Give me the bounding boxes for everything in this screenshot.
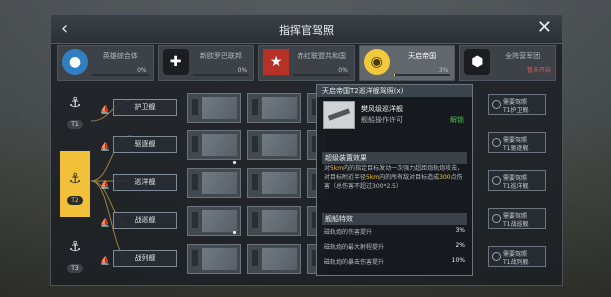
page-title: 指挥官驾照 [279,24,334,37]
ship-battlecruiser[interactable]: ⛵ 战巡舰 [100,212,177,229]
railgun-item-image [323,101,355,129]
progress-bar [293,74,350,76]
info-icon [492,176,501,185]
ship-label: 驱逐舰 [134,140,156,148]
tab-label: 赤红联盟共和国 [296,52,346,60]
section-super-device: 超级装置效果 [322,152,467,164]
progress-bar [92,74,149,76]
license-panel: ‹ 指挥官驾照 ✕ ● 英雄综合体 0% ✚ 新欧罗巴联邦 0% ★ 赤红联盟共… [50,14,563,286]
ship-destroyer[interactable]: ⛵ 驱逐舰 [100,136,177,153]
section-ship-effects: 舰船特效 [322,213,467,225]
tab-neo-europa[interactable]: ✚ 新欧罗巴联邦 0% [157,45,255,81]
anchor-icon: ⚓ [68,171,82,187]
ship-label: 护卫舰 [134,103,156,111]
license-slot[interactable] [187,168,241,198]
license-slot[interactable] [247,206,301,236]
blue-circle-icon: ● [62,49,88,75]
faction-tabs: ● 英雄综合体 0% ✚ 新欧罗巴联邦 0% ★ 赤红联盟共和国 0% ◉ 天启… [57,45,556,81]
license-slot[interactable] [247,244,301,274]
tab-label: 英雄综合体 [102,52,138,60]
ship-icon: ⛵ [100,256,110,265]
info-icon [492,252,501,261]
progress-bar [393,74,451,76]
effect-row: 磁轨炮的暴击伤害提升 10% [324,257,465,266]
requirement-button[interactable]: 需要驾照 T1巡洋舰 [488,170,546,191]
effect-description: 对5km内的指定目标发动一次强力超距炮轨炮攻击，对目标附近半径5km内的所有敌对… [324,165,464,190]
license-slot[interactable] [187,93,241,123]
tier-label: T1 [67,120,83,129]
close-icon[interactable]: ✕ [537,17,552,38]
unlock-status: 解锁 [450,116,464,124]
tab-heroes[interactable]: ● 英雄综合体 0% [57,45,154,81]
tier-t3[interactable]: ⚓ T3 [59,235,91,275]
tab-label: 全阵营军团 [505,52,541,60]
effect-row: 磁轨炮的最大射程提升 2% [324,242,465,251]
ship-cruiser[interactable]: ⛵ 巡洋舰 [100,174,177,191]
ship-icon: ⛵ [100,105,110,114]
red-star-icon: ★ [263,49,290,75]
locked-label: 暂未开启 [526,67,551,74]
progress-bar [192,74,250,76]
ship-battleship[interactable]: ⛵ 战列舰 [100,250,177,267]
item-name: 樊风级巡洋舰 [361,105,403,113]
license-detail-popup: 天启帝国T2巡洋舰驾照(x) 樊风级巡洋舰 舰船操作许可 解锁 超级装置效果 对… [316,84,473,276]
license-slot[interactable] [247,168,301,198]
gold-emblem-icon: ◉ [363,49,390,75]
tab-label: 天启帝国 [408,52,437,60]
hex-emblem-icon: ⬢ [464,49,491,75]
cross-emblem-icon: ✚ [162,49,189,75]
license-slot[interactable] [247,130,301,160]
tier-t1[interactable]: ⚓ T1 [59,91,91,131]
ship-label: 巡洋舰 [134,178,156,186]
ship-label: 战巡舰 [134,216,156,224]
tier-label: T2 [67,196,83,205]
ship-icon: ⛵ [100,180,110,189]
requirement-button[interactable]: 需要驾照 T1驱逐舰 [488,132,546,153]
ship-escort[interactable]: ⛵ 护卫舰 [100,99,177,116]
title-bar: ‹ 指挥官驾照 ✕ [51,15,562,44]
requirement-button[interactable]: 需要驾照 T1战巡舰 [488,208,546,229]
ship-label: 战列舰 [134,254,156,262]
indicator-dot [233,161,236,164]
tier-label: T3 [67,264,83,273]
ship-icon: ⛵ [100,142,110,151]
tab-percent: 0% [137,67,147,74]
tab-empire[interactable]: ◉ 天启帝国 3% [358,45,456,81]
tier-t2[interactable]: ⚓ T2 [60,151,90,217]
tab-label: 新欧罗巴联邦 [199,52,242,60]
anchor-icon: ⚓ [68,239,82,255]
info-icon [492,214,501,223]
license-slot[interactable] [187,130,241,160]
info-icon [492,100,501,109]
item-subtitle: 舰船操作许可 [361,116,403,124]
tab-percent: 0% [338,67,348,74]
info-icon [492,138,501,147]
license-slot[interactable] [187,244,241,274]
tab-all-factions[interactable]: ⬢ 全阵营军团 暂未开启 [459,45,556,81]
license-slot[interactable] [247,93,301,123]
effect-row: 磁轨炮的伤害提升 3% [324,227,465,236]
requirement-button[interactable]: 需要驾照 T1战列舰 [488,246,546,267]
detail-title: 天启帝国T2巡洋舰驾照(x) [317,85,472,97]
ship-icon: ⛵ [100,218,110,227]
anchor-icon: ⚓ [68,95,82,111]
tab-red-alliance[interactable]: ★ 赤红联盟共和国 0% [258,45,355,81]
tab-percent: 3% [438,67,449,74]
tab-percent: 0% [237,67,248,74]
indicator-dot [233,231,236,234]
requirement-button[interactable]: 需要驾照 T1护卫舰 [488,94,546,115]
